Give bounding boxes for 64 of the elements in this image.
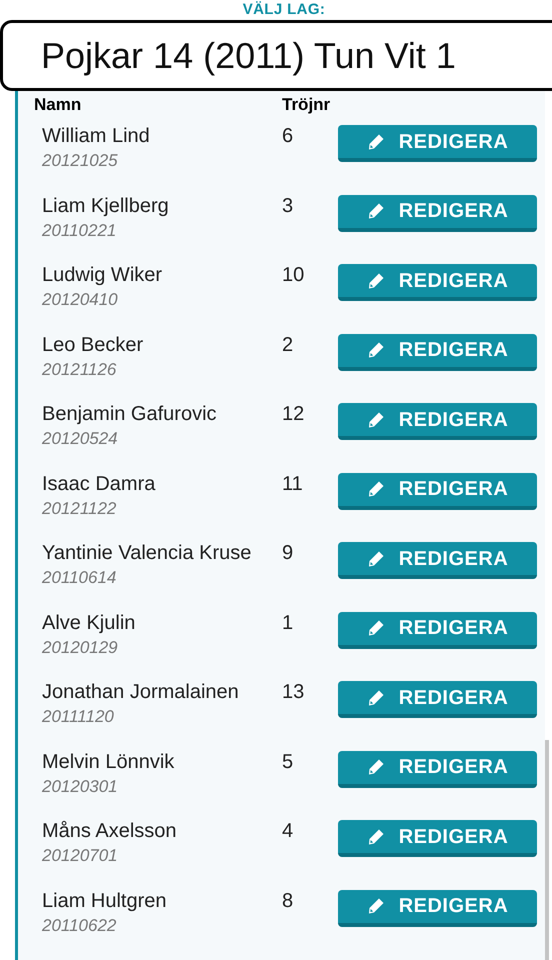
- pencil-icon: [366, 341, 385, 359]
- column-header: Namn: [34, 94, 82, 116]
- player-name: Jonathan Jormalainen: [42, 680, 239, 705]
- pencil-icon: [366, 828, 385, 846]
- edit-button[interactable]: REDIGERA: [338, 612, 537, 648]
- edit-button[interactable]: REDIGERA: [338, 890, 537, 926]
- edit-button[interactable]: REDIGERA: [338, 125, 537, 162]
- birth-date: 20111120: [42, 706, 114, 728]
- shirt-number: 12: [282, 403, 304, 425]
- birth-date: 20110614: [42, 567, 116, 589]
- birth-date: 20120301: [42, 776, 118, 798]
- edit-button[interactable]: REDIGERA: [338, 403, 537, 440]
- birth-date: 20110622: [42, 914, 116, 936]
- pencil-icon: [366, 272, 385, 290]
- edit-button[interactable]: REDIGERA: [338, 194, 537, 232]
- birth-date: 20120129: [42, 636, 118, 658]
- pencil-icon: [366, 550, 385, 568]
- edit-button[interactable]: REDIGERA: [338, 334, 537, 370]
- pencil-icon: [366, 758, 385, 776]
- edit-button[interactable]: REDIGERA: [338, 472, 537, 510]
- shirt-number: 11: [282, 472, 303, 494]
- shirt-number: 3: [282, 194, 294, 216]
- birth-date: 20110221: [42, 220, 116, 242]
- player-name: Måns Axelsson: [42, 819, 177, 844]
- player-name: Melvin Lönnvik: [42, 750, 174, 774]
- pencil-icon: [366, 202, 385, 220]
- birth-date: 20120701: [42, 845, 118, 867]
- shirt-number: 4: [282, 820, 294, 842]
- player-name: Leo Becker: [42, 332, 144, 358]
- shirt-number: 5: [282, 750, 294, 772]
- edit-button[interactable]: REDIGERA: [338, 681, 537, 718]
- birth-date: 20121122: [42, 498, 116, 520]
- team-select[interactable]: Pojkar 14 (2011) Tun Vit 1: [0, 20, 552, 91]
- player-name: Benjamin Gafurovic: [42, 402, 217, 427]
- player-name: Yantinie Valencia Kruse: [42, 541, 252, 566]
- shirt-number: 13: [282, 681, 304, 703]
- player-name: William Lind: [42, 124, 150, 149]
- pencil-icon: [366, 132, 385, 150]
- pencil-icon: [366, 688, 385, 706]
- pencil-icon: [366, 619, 385, 637]
- pencil-icon: [366, 897, 385, 915]
- birth-date: 20121025: [42, 150, 118, 172]
- shirt-number: 10: [282, 264, 304, 286]
- edit-button[interactable]: REDIGERA: [338, 264, 537, 301]
- column-header: Tröjnr: [282, 94, 330, 116]
- birth-date: 20120410: [42, 289, 118, 311]
- pencil-icon: [366, 480, 385, 498]
- edit-button[interactable]: REDIGERA: [338, 750, 537, 788]
- birth-date: 20120524: [42, 428, 118, 450]
- birth-date: 20121126: [42, 358, 116, 380]
- pencil-icon: [366, 410, 385, 428]
- player-name: Isaac Damra: [42, 472, 156, 496]
- shirt-number: 6: [282, 125, 294, 147]
- shirt-number: 9: [282, 542, 294, 564]
- edit-button[interactable]: REDIGERA: [338, 542, 537, 579]
- heading: VÄLJ LAG:: [242, 0, 326, 20]
- shirt-number: 1: [282, 612, 294, 634]
- shirt-number: 8: [282, 890, 294, 912]
- edit-button[interactable]: REDIGERA: [338, 820, 537, 857]
- player-name: Liam Hultgren: [42, 888, 167, 914]
- player-name: Alve Kjulin: [42, 610, 136, 636]
- player-name: Ludwig Wiker: [42, 263, 162, 288]
- shirt-number: 2: [282, 334, 294, 356]
- player-name: Liam Kjellberg: [42, 194, 169, 218]
